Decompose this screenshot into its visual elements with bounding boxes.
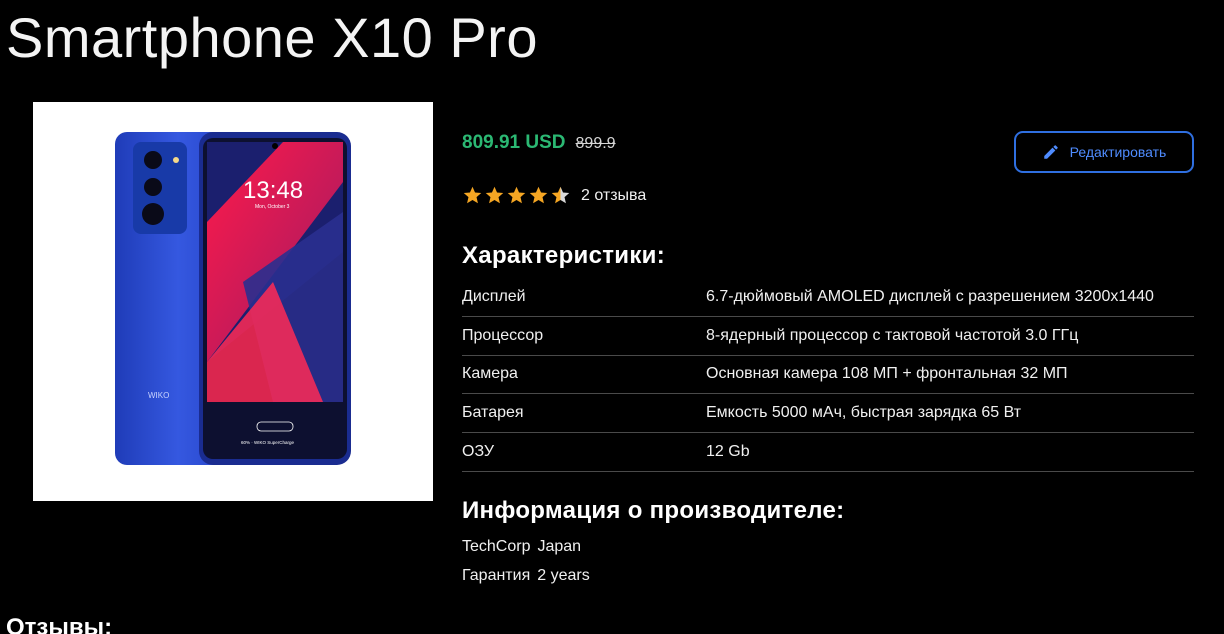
rating-block: 2 отзыва bbox=[462, 185, 646, 206]
lock-date: Mon, October 3 bbox=[255, 204, 290, 210]
reviews-count[interactable]: 2 отзыва bbox=[581, 187, 646, 205]
manufacturer-country: Japan bbox=[537, 538, 582, 555]
spec-row: Дисплей 6.7-дюймовый AMOLED дисплей с раз… bbox=[462, 278, 1194, 317]
spec-name: Процессор bbox=[462, 326, 544, 344]
spec-row: Батарея Емкость 5000 мАч, быстрая зарядка… bbox=[462, 394, 1194, 434]
price-current: 809.91 USD bbox=[462, 132, 566, 153]
star-icon bbox=[507, 186, 526, 204]
specs-table: Дисплей 6.7-дюймовый AMOLED дисплей с раз… bbox=[462, 278, 1194, 472]
edit-button-label: Редактировать bbox=[1069, 144, 1167, 160]
spec-row: Камера Основная камера 108 МП + фронтальн… bbox=[462, 356, 1194, 395]
edit-button[interactable]: Редактировать bbox=[1014, 131, 1194, 173]
warranty-line: Гарантия 2 years bbox=[462, 561, 590, 590]
specs-heading: Характеристики: bbox=[462, 242, 666, 269]
spec-name: Дисплей bbox=[462, 287, 526, 305]
manufacturer-line: TechCorp Japan bbox=[462, 532, 590, 561]
warranty-label: Гарантия bbox=[462, 567, 531, 584]
spec-value: 8-ядерный процессор с тактовой частотой … bbox=[706, 326, 1079, 344]
warranty-value: 2 years bbox=[537, 567, 590, 584]
price-block: 809.91 USD 899.9 bbox=[462, 132, 616, 154]
price-old: 899.9 bbox=[575, 135, 616, 152]
spec-value: 12 Gb bbox=[706, 443, 750, 461]
reviews-heading: Отзывы: bbox=[6, 614, 113, 634]
spec-value: Основная камера 108 МП + фронтальная 32 … bbox=[706, 365, 1068, 383]
spec-value: Емкость 5000 мАч, быстрая зарядка 65 Вт bbox=[706, 404, 1022, 422]
charge-label: 60% · WIKO SuperCharge bbox=[241, 440, 295, 445]
manufacturer-heading: Информация о производителе: bbox=[462, 497, 845, 524]
product-page: Smartphone X10 Pro WIKO 13:48 Mon, Octob… bbox=[0, 0, 1224, 634]
spec-value: 6.7-дюймовый AMOLED дисплей с разрешение… bbox=[706, 287, 1154, 305]
star-icon bbox=[485, 186, 504, 204]
page-title: Smartphone X10 Pro bbox=[6, 6, 538, 69]
spec-name: Батарея bbox=[462, 404, 524, 422]
pencil-icon bbox=[1043, 145, 1058, 159]
spec-name: ОЗУ bbox=[462, 443, 495, 461]
lock-time: 13:48 bbox=[243, 177, 303, 204]
rating-stars bbox=[462, 185, 571, 206]
star-icon bbox=[551, 186, 570, 204]
star-icon bbox=[529, 186, 548, 204]
spec-row: Процессор 8-ядерный процессор с тактовой … bbox=[462, 317, 1194, 356]
spec-row: ОЗУ 12 Gb bbox=[462, 433, 1194, 472]
spec-name: Камера bbox=[462, 365, 518, 383]
brand-label: WIKO bbox=[148, 391, 169, 400]
star-icon bbox=[463, 186, 482, 204]
manufacturer-name: TechCorp bbox=[462, 538, 531, 555]
product-image: WIKO 13:48 Mon, October 3 60% · WIKO Sup… bbox=[33, 102, 433, 501]
manufacturer-info: TechCorp Japan Гарантия 2 years bbox=[462, 532, 590, 590]
